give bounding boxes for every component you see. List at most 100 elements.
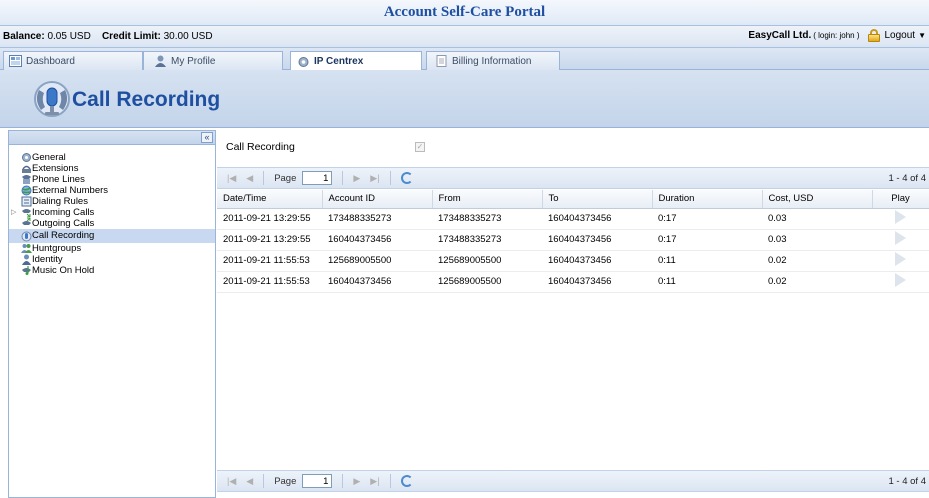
page-number-input[interactable]	[302, 474, 333, 488]
sidebar-item-incoming-calls[interactable]: ▷ Incoming Calls	[9, 207, 215, 218]
user-info: EasyCall Ltd. ( login: john ) Logout ▼	[748, 29, 926, 42]
play-icon[interactable]	[895, 252, 906, 266]
sidebar-item-outgoing-calls[interactable]: Outgoing Calls	[9, 218, 215, 229]
pager-separator	[389, 171, 391, 185]
expand-arrow-icon[interactable]: ▷	[11, 207, 16, 218]
cell-play	[872, 250, 929, 272]
sidebar-item-call-recording[interactable]: Call Recording	[9, 229, 215, 243]
last-page-button[interactable]: ▶|	[370, 476, 379, 487]
play-icon[interactable]	[895, 231, 906, 245]
cell-duration: 0:11	[652, 250, 762, 272]
logout-label: Logout	[884, 30, 916, 41]
prev-page-button[interactable]: ◀	[246, 476, 253, 487]
next-page-button[interactable]: ▶	[353, 173, 360, 184]
refresh-icon[interactable]	[400, 475, 413, 487]
pager-separator	[389, 474, 391, 488]
app-titlebar: Account Self-Care Portal	[0, 0, 929, 26]
column-header-play[interactable]: Play	[872, 190, 929, 209]
cell-from: 173488335273	[432, 208, 542, 230]
play-icon[interactable]	[895, 210, 906, 224]
record-count: 1 - 4 of 4	[888, 475, 927, 487]
cell-duration: 0:17	[652, 229, 762, 251]
phone-icon	[22, 175, 31, 184]
cell-play	[872, 271, 929, 293]
cell-date-time: 2011-09-21 13:29:55	[217, 229, 322, 251]
column-header-to[interactable]: To	[542, 190, 653, 209]
main-content: Call Recording ✓ |◀ ◀ Page ▶ ▶| 1 - 4 of…	[217, 130, 929, 498]
user-icon	[155, 55, 166, 67]
cell-to: 160404373456	[542, 250, 652, 272]
column-header-duration[interactable]: Duration	[652, 190, 763, 209]
lock-icon	[867, 29, 881, 42]
cell-account-id: 160404373456	[322, 271, 432, 293]
play-icon[interactable]	[895, 273, 906, 287]
cell-duration: 0:17	[652, 208, 762, 230]
page-label: Page	[274, 475, 297, 487]
tab-billing-information[interactable]: Billing Information	[426, 51, 560, 70]
sidebar-item-general[interactable]: General	[9, 152, 215, 163]
table-row[interactable]: 2011-09-21 13:29:55 173488335273 1734883…	[217, 208, 929, 230]
table-row[interactable]: 2011-09-21 11:55:53 125689005500 1256890…	[217, 250, 929, 272]
sidebar-item-music-on-hold[interactable]: Music On Hold	[9, 265, 215, 276]
credit-limit-label: Credit Limit:	[101, 31, 161, 42]
bottom-pager: |◀ ◀ Page ▶ ▶| 1 - 4 of 4	[217, 470, 929, 492]
sidebar: « General Extensions Phone Lines Externa…	[8, 130, 216, 498]
top-pager: |◀ ◀ Page ▶ ▶| 1 - 4 of 4	[217, 167, 929, 189]
logout-button[interactable]: Logout ▼	[867, 29, 926, 42]
cell-date-time: 2011-09-21 11:55:53	[217, 250, 322, 272]
identity-icon	[22, 254, 31, 265]
tab-dashboard[interactable]: Dashboard	[3, 51, 143, 70]
app-title: Account Self-Care Portal	[383, 4, 546, 20]
first-page-button[interactable]: |◀	[227, 476, 236, 487]
cell-to: 160404373456	[542, 208, 652, 230]
incoming-call-icon	[22, 209, 31, 218]
table-header-row: Date/Time Account ID From To Duration Co…	[217, 190, 929, 209]
column-header-cost[interactable]: Cost, USD	[762, 190, 873, 209]
pager-separator	[263, 474, 265, 488]
cell-account-id: 125689005500	[322, 250, 432, 272]
cell-duration: 0:11	[652, 271, 762, 293]
page-number-input[interactable]	[302, 171, 333, 185]
column-header-date-time[interactable]: Date/Time	[217, 190, 323, 209]
sidebar-item-dialing-rules[interactable]: Dialing Rules	[9, 196, 215, 207]
next-page-button[interactable]: ▶	[353, 476, 360, 487]
collapse-sidebar-button[interactable]: «	[201, 132, 213, 143]
globe-icon	[21, 185, 32, 196]
call-recording-icon	[21, 231, 32, 242]
page-label: Page	[274, 172, 297, 184]
cell-play	[872, 208, 929, 230]
account-infobar: Balance: 0.05 USD Credit Limit: 30.00 US…	[0, 26, 929, 48]
table-row[interactable]: 2011-09-21 13:29:55 160404373456 1734883…	[217, 229, 929, 251]
table-row[interactable]: 2011-09-21 11:55:53 160404373456 1256890…	[217, 271, 929, 293]
dashboard-icon	[9, 55, 22, 67]
first-page-button[interactable]: |◀	[227, 173, 236, 184]
sidebar-item-identity[interactable]: Identity	[9, 254, 215, 265]
cell-from: 125689005500	[432, 250, 542, 272]
call-recording-field-label: Call Recording	[226, 141, 295, 153]
balance-info: Balance: 0.05 USD Credit Limit: 30.00 US…	[3, 31, 213, 42]
call-recording-checkbox[interactable]: ✓	[415, 142, 425, 152]
column-header-from[interactable]: From	[432, 190, 543, 209]
cell-account-id: 160404373456	[322, 229, 432, 251]
cell-account-id: 173488335273	[322, 208, 432, 230]
column-header-account-id[interactable]: Account ID	[322, 190, 433, 209]
refresh-icon[interactable]	[400, 172, 413, 184]
outgoing-call-icon	[22, 218, 31, 225]
pager-separator	[263, 171, 265, 185]
cell-to: 160404373456	[542, 271, 652, 293]
sidebar-item-extensions[interactable]: Extensions	[9, 163, 215, 174]
prev-page-button[interactable]: ◀	[246, 173, 253, 184]
tab-ip-centrex[interactable]: IP Centrex	[290, 51, 422, 71]
extensions-icon	[22, 165, 31, 173]
pager-separator	[342, 171, 344, 185]
cell-date-time: 2011-09-21 11:55:53	[217, 271, 322, 293]
sidebar-item-huntgroups[interactable]: Huntgroups	[9, 243, 215, 254]
sidebar-item-phone-lines[interactable]: Phone Lines	[9, 174, 215, 185]
rules-icon	[21, 196, 32, 207]
last-page-button[interactable]: ▶|	[370, 173, 379, 184]
music-icon	[22, 266, 31, 275]
chevron-down-icon: ▼	[918, 31, 926, 40]
cell-cost: 0.03	[762, 229, 872, 251]
sidebar-item-external-numbers[interactable]: External Numbers	[9, 185, 215, 196]
tab-my-profile[interactable]: My Profile	[143, 51, 283, 70]
